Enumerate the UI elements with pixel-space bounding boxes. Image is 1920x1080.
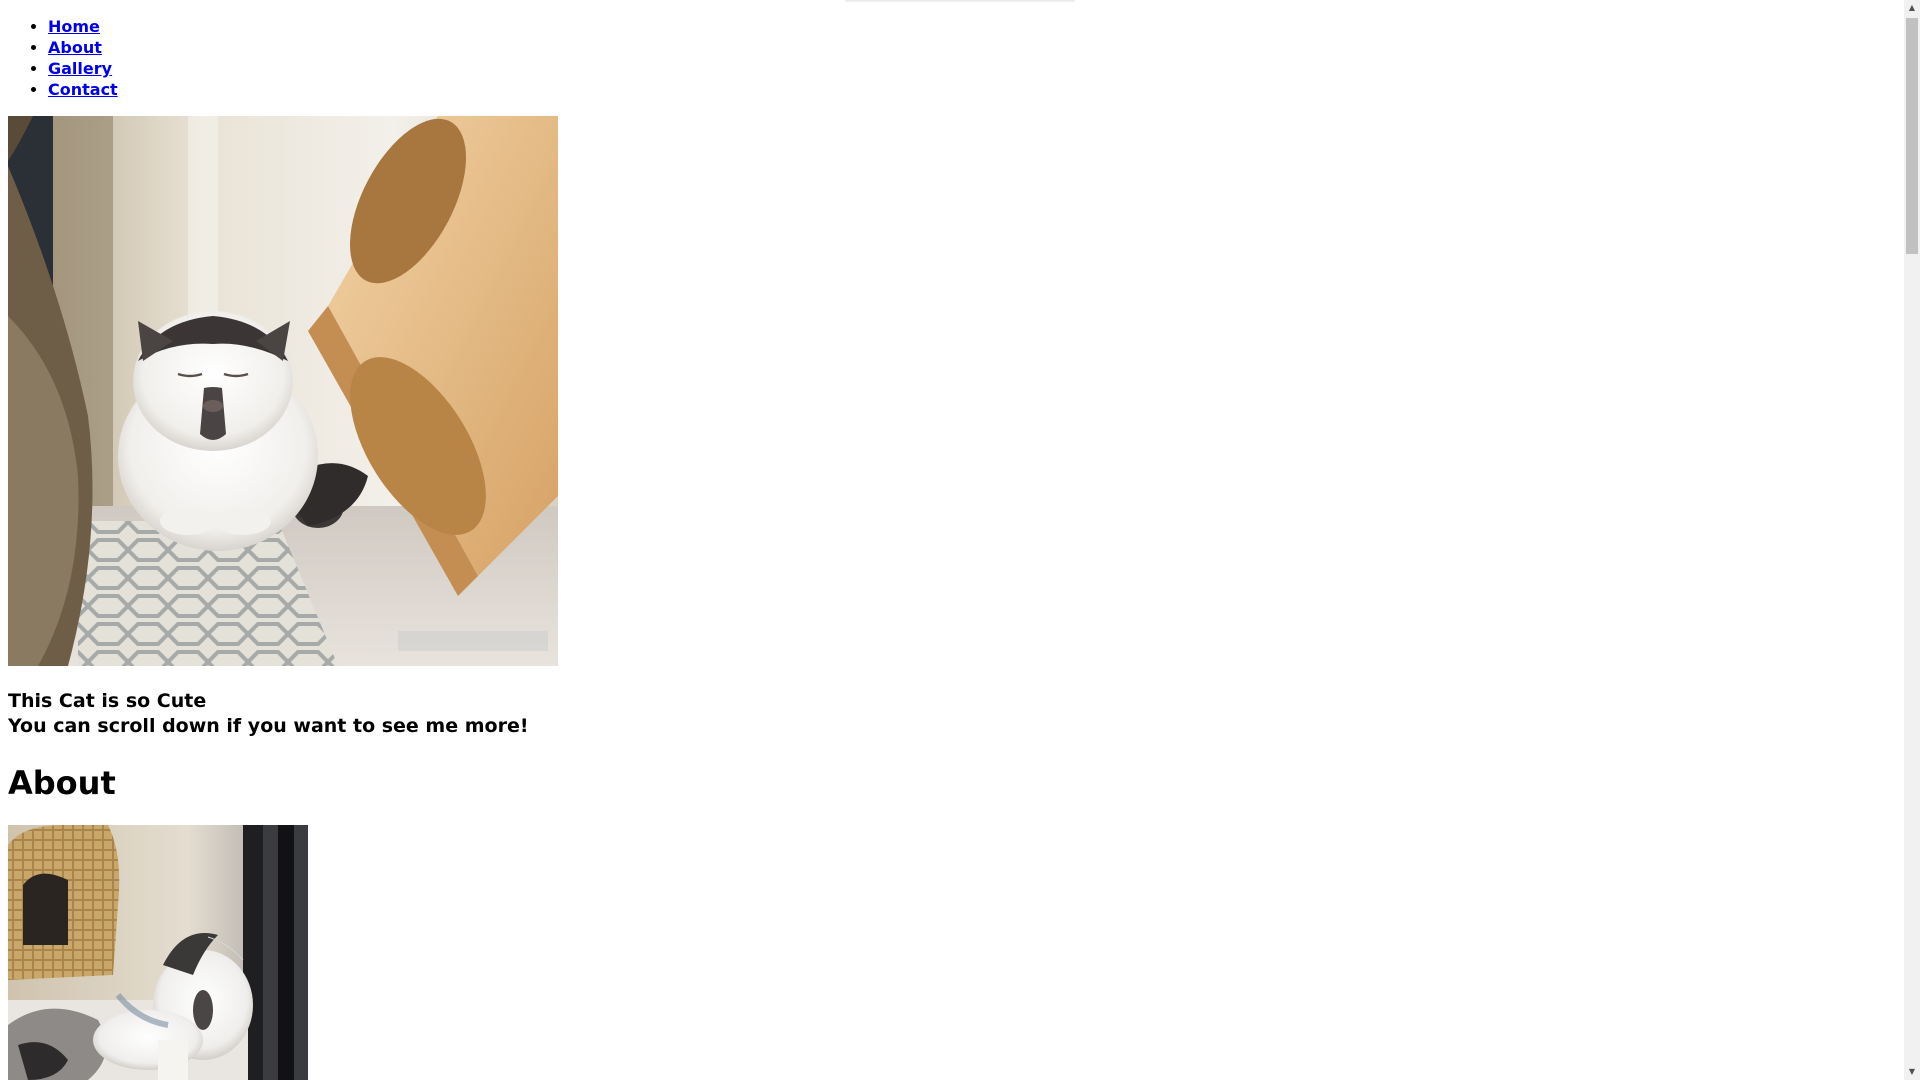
nav-link-about[interactable]: About [48,38,102,57]
hero-cat-photo [8,116,558,666]
nav-list: Home About Gallery Contact [0,16,118,100]
nav-item-about: About [48,37,118,58]
nav-item-gallery: Gallery [48,58,118,79]
page: Home About Gallery Contact [0,0,1904,1080]
nav-link-contact[interactable]: Contact [48,80,118,99]
nav-link-gallery[interactable]: Gallery [48,59,112,78]
nav-link-home[interactable]: Home [48,17,100,36]
nav-item-home: Home [48,16,118,37]
nav-item-contact: Contact [48,79,118,100]
hero-caption-title: This Cat is so Cute [8,690,207,712]
vertical-scrollbar[interactable]: ▲ ▼ [1904,0,1920,1080]
scroll-down-arrow-icon[interactable]: ▼ [1904,1064,1920,1080]
hero-caption-subtitle: You can scroll down if you want to see m… [8,715,529,737]
top-edge-shadow [845,0,1075,3]
scroll-up-arrow-icon[interactable]: ▲ [1904,0,1920,16]
scrollbar-thumb[interactable] [1906,18,1918,254]
about-heading: About [8,764,116,802]
about-cat-photo [8,825,308,1080]
